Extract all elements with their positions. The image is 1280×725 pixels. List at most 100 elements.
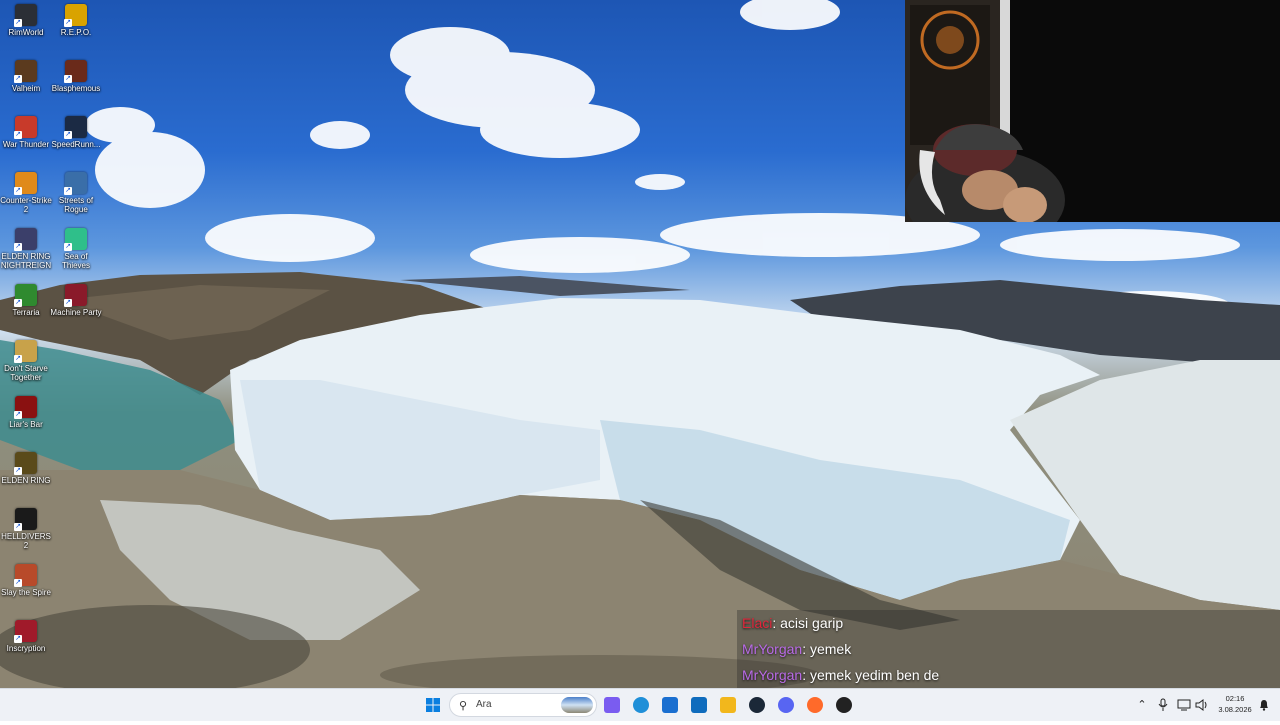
steam-taskbar-button[interactable] xyxy=(745,693,769,717)
shortcut-arrow-icon: ↗ xyxy=(64,75,72,83)
desktop-icon[interactable]: ↗ Don't Starve Together xyxy=(0,340,52,382)
desktop-icon[interactable]: ↗ Streets of Rogue xyxy=(50,172,102,214)
app-icon: ↗ xyxy=(64,116,87,139)
clock-time: 02:16 xyxy=(1225,694,1245,703)
obs-taskbar-button[interactable] xyxy=(832,693,856,717)
shortcut-arrow-icon: ↗ xyxy=(64,243,72,251)
shortcut-arrow-icon: ↗ xyxy=(14,523,22,531)
desktop-icon-label: Valheim xyxy=(11,84,41,93)
microphone-icon[interactable] xyxy=(1155,689,1171,721)
desktop-icon-label: Streets of Rogue xyxy=(58,196,94,214)
desktop-icon-label: ELDEN RING NIGHTREIGN xyxy=(0,252,52,270)
firefox-icon xyxy=(807,697,823,713)
desktop-icon[interactable]: ↗ Liar's Bar xyxy=(0,396,52,429)
desktop-icon-label: Counter-Strike 2 xyxy=(0,196,52,214)
shortcut-arrow-icon: ↗ xyxy=(14,19,22,27)
volume-icon[interactable] xyxy=(1194,689,1210,721)
shortcut-arrow-icon: ↗ xyxy=(14,411,22,419)
shortcut-arrow-icon: ↗ xyxy=(14,131,22,139)
desktop-icon-label: Blasphemous xyxy=(51,84,101,93)
copilot-icon xyxy=(604,697,620,713)
taskbar-search-box[interactable]: ⚲ Ara xyxy=(449,693,597,717)
notification-bell-icon[interactable] xyxy=(1256,689,1272,721)
search-highlight-image xyxy=(561,697,593,713)
app-icon: ↗ xyxy=(14,340,37,363)
clock-date: 3.08.2026 xyxy=(1218,705,1252,714)
desktop-icon-label: RimWorld xyxy=(8,28,44,37)
app-icon: ↗ xyxy=(14,228,37,251)
desktop-icon[interactable]: ↗ Sea of Thieves xyxy=(50,228,102,270)
desktop-icon-label: Liar's Bar xyxy=(9,420,43,429)
app-icon: ↗ xyxy=(14,452,37,475)
windows-logo-icon xyxy=(426,698,440,712)
webcam-overlay xyxy=(905,0,1280,222)
app-icon: ↗ xyxy=(14,396,37,419)
app-icon: ↗ xyxy=(14,4,37,27)
shortcut-arrow-icon: ↗ xyxy=(14,355,22,363)
shortcut-arrow-icon: ↗ xyxy=(14,579,22,587)
obs-icon xyxy=(836,697,852,713)
shortcut-arrow-icon: ↗ xyxy=(14,187,22,195)
shortcut-arrow-icon: ↗ xyxy=(64,131,72,139)
chat-text: : yemek yedim ben de xyxy=(802,667,940,683)
network-icon[interactable] xyxy=(1176,689,1192,721)
chat-text: : acisi garip xyxy=(772,615,844,631)
app-icon: ↗ xyxy=(64,4,87,27)
store-taskbar-button[interactable] xyxy=(658,693,682,717)
desktop-icon[interactable]: ↗ R.E.P.O. xyxy=(50,4,102,37)
desktop-icon-label: R.E.P.O. xyxy=(60,28,92,37)
desktop-icon[interactable]: ↗ Counter-Strike 2 xyxy=(0,172,52,214)
discord-icon xyxy=(778,697,794,713)
desktop-icon[interactable]: ↗ Machine Party xyxy=(50,284,102,317)
desktop-icon-label: Don't Starve Together xyxy=(4,364,48,382)
discord-taskbar-button[interactable] xyxy=(774,693,798,717)
edge-taskbar-button[interactable] xyxy=(629,693,653,717)
desktop-icon[interactable]: ↗ HELLDIVERS 2 xyxy=(0,508,52,550)
desktop-icon[interactable]: ↗ Slay the Spire xyxy=(0,564,52,597)
desktop-icon[interactable]: ↗ Terraria xyxy=(0,284,52,317)
desktop-icon[interactable]: ↗ ELDEN RING NIGHTREIGN xyxy=(0,228,52,270)
shortcut-arrow-icon: ↗ xyxy=(64,187,72,195)
file-explorer-icon xyxy=(720,697,736,713)
chat-username: Elaci xyxy=(742,615,773,631)
desktop-icon[interactable]: ↗ RimWorld xyxy=(0,4,52,37)
desktop-icon-label: SpeedRunn... xyxy=(51,140,101,149)
start-button[interactable] xyxy=(421,693,445,717)
app-icon: ↗ xyxy=(14,508,37,531)
desktop-icon-label: War Thunder xyxy=(2,140,50,149)
firefox-taskbar-button[interactable] xyxy=(803,693,827,717)
app-icon: ↗ xyxy=(14,620,37,643)
desktop-icon[interactable]: ↗ SpeedRunn... xyxy=(50,116,102,149)
copilot-taskbar-button[interactable] xyxy=(600,693,624,717)
app-icon: ↗ xyxy=(14,564,37,587)
desktop-icon[interactable]: ↗ Inscryption xyxy=(0,620,52,653)
search-icon: ⚲ xyxy=(459,700,468,712)
show-hidden-icons-chevron-icon[interactable]: ⌃ xyxy=(1134,689,1150,721)
app-icon: ↗ xyxy=(64,228,87,251)
outlook-icon xyxy=(691,697,707,713)
desktop-icon[interactable]: ↗ Blasphemous xyxy=(50,60,102,93)
app-icon: ↗ xyxy=(14,60,37,83)
chat-username: MrYorgan xyxy=(742,641,803,657)
desktop-icon[interactable]: ↗ Valheim xyxy=(0,60,52,93)
desktop-icon[interactable]: ↗ ELDEN RING xyxy=(0,452,52,485)
app-icon: ↗ xyxy=(64,172,87,195)
desktop-icon-label: Terraria xyxy=(12,308,40,317)
outlook-taskbar-button[interactable] xyxy=(687,693,711,717)
desktop-icon[interactable]: ↗ War Thunder xyxy=(0,116,52,149)
shortcut-arrow-icon: ↗ xyxy=(64,299,72,307)
edge-icon xyxy=(633,697,649,713)
chat-message: MrYorgan: yemek yedim ben de xyxy=(737,662,1280,688)
chat-username: MrYorgan xyxy=(742,667,803,683)
file-explorer-taskbar-button[interactable] xyxy=(716,693,740,717)
desktop-icon-label: HELLDIVERS 2 xyxy=(1,532,51,550)
desktop-icon-label: Slay the Spire xyxy=(1,588,51,597)
store-icon xyxy=(662,697,678,713)
system-clock[interactable]: 02:16 3.08.2026 xyxy=(1218,693,1252,715)
shortcut-arrow-icon: ↗ xyxy=(14,299,22,307)
chat-message: MrYorgan: yemek xyxy=(737,636,1280,662)
webcam-feed xyxy=(905,0,1280,222)
app-icon: ↗ xyxy=(14,284,37,307)
shortcut-arrow-icon: ↗ xyxy=(14,467,22,475)
app-icon: ↗ xyxy=(64,60,87,83)
